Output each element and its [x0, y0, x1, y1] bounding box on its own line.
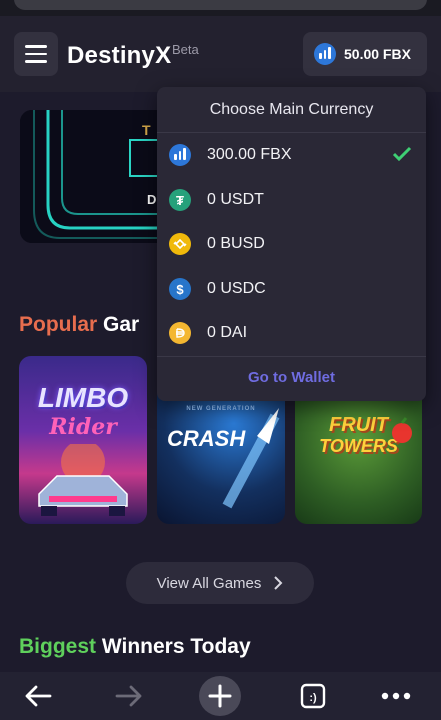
currency-option-dai[interactable]: 0 DAI: [169, 315, 416, 351]
back-button[interactable]: [21, 680, 55, 712]
heading-rest: Gar: [103, 313, 140, 336]
checkmark-icon: [392, 146, 412, 162]
heading-accent: Biggest: [19, 635, 97, 658]
more-options-button[interactable]: [379, 680, 413, 712]
view-all-label: View All Games: [156, 574, 262, 592]
biggest-winners-heading: Biggest Winners Today: [19, 635, 251, 659]
divider: [157, 356, 426, 357]
currency-option-usdt[interactable]: ₮ 0 USDT: [169, 182, 416, 218]
go-to-wallet-link[interactable]: Go to Wallet: [157, 369, 426, 386]
tab-switcher-icon: :): [300, 683, 326, 709]
fbx-coin-icon: [169, 144, 191, 166]
game-subtitle: Rider: [49, 414, 117, 440]
svg-text::): :): [309, 692, 317, 704]
balance-button[interactable]: 50.00 FBX: [303, 32, 427, 76]
divider: [157, 132, 426, 133]
currency-label: 0 USDC: [207, 280, 266, 297]
arrow-left-icon: [25, 685, 52, 707]
busd-coin-icon: [169, 233, 191, 255]
address-bar[interactable]: [14, 0, 427, 10]
currency-option-fbx[interactable]: 300.00 FBX: [169, 137, 416, 173]
popular-games-heading: Popular Gar: [19, 313, 139, 337]
dropdown-title: Choose Main Currency: [209, 101, 374, 118]
promo-banner[interactable]: T D: [20, 110, 170, 243]
heading-rest: Winners Today: [101, 635, 251, 658]
balance-value: 50.00 FBX: [344, 46, 411, 62]
menu-button[interactable]: [14, 32, 58, 76]
dai-coin-icon: [169, 322, 191, 344]
banner-letter: T: [142, 122, 151, 138]
arrow-right-icon: [115, 685, 142, 707]
fbx-coin-icon: [314, 43, 336, 65]
app-logo[interactable]: DestinyX: [67, 42, 171, 70]
forward-button[interactable]: [112, 680, 146, 712]
usdc-coin-icon: $: [169, 278, 191, 300]
game-card-limbo[interactable]: LIMBO Rider: [19, 356, 147, 524]
beta-badge: Beta: [172, 42, 199, 57]
currency-label: 0 USDT: [207, 191, 264, 208]
hamburger-icon: [25, 60, 47, 63]
view-all-games-button[interactable]: View All Games: [126, 562, 314, 604]
browser-bottom-bar: :): [0, 672, 441, 720]
currency-option-usdc[interactable]: $ 0 USDC: [169, 271, 416, 307]
tether-coin-icon: ₮: [169, 189, 191, 211]
tabs-button[interactable]: :): [296, 680, 330, 712]
heading-accent: Popular: [19, 313, 98, 336]
app-header: DestinyX Beta 50.00 FBX: [0, 16, 441, 92]
chevron-right-icon: [274, 576, 283, 590]
hamburger-icon: [25, 45, 47, 48]
browser-top-strip: [0, 0, 441, 16]
currency-label: 0 DAI: [207, 324, 248, 341]
hamburger-icon: [25, 52, 47, 56]
banner-letter: D: [147, 192, 157, 207]
currency-option-busd[interactable]: 0 BUSD: [169, 226, 416, 262]
car-graphic: [38, 444, 128, 516]
currency-dropdown: Choose Main Currency 300.00 FBX ₮ 0 USDT…: [157, 87, 426, 401]
currency-label: 300.00 FBX: [207, 146, 292, 163]
plus-icon: [208, 684, 232, 708]
new-tab-button[interactable]: [199, 676, 241, 716]
fruit-icon: [392, 417, 412, 443]
currency-label: 0 BUSD: [207, 235, 265, 252]
more-dots-icon: [381, 692, 411, 700]
game-title: LIMBO: [37, 382, 129, 413]
